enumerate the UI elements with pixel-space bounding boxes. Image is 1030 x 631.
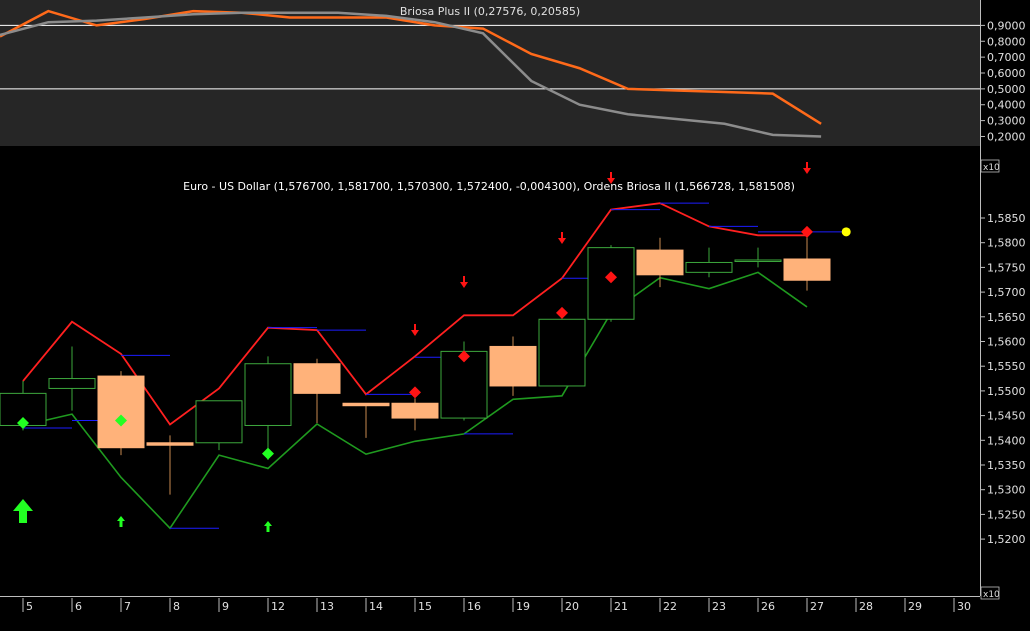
indicator-y-tick-label: 0,3000 [987, 115, 1026, 128]
chart-root: Briosa Plus II (0,27576, 0,20585) 0,9000… [0, 0, 1030, 631]
date-x-tick-label: 23 [712, 600, 726, 613]
candle-body [783, 258, 831, 281]
price-title: Euro - US Dollar (1,576700, 1,581700, 1,… [183, 180, 795, 193]
date-x-tick-label: 30 [957, 600, 971, 613]
candle-body [636, 249, 684, 276]
date-x-tick-label: 28 [859, 600, 873, 613]
date-x-tick-label: 7 [124, 600, 131, 613]
last-price-marker [841, 227, 851, 237]
date-x-tick-label: 26 [761, 600, 775, 613]
price-y-tick-label: 1,5750 [987, 261, 1026, 274]
price-y-tick-label: 1,5350 [987, 459, 1026, 472]
price-y-tick-label: 1,5700 [987, 286, 1026, 299]
date-x-tick-label: 16 [467, 600, 481, 613]
date-x-tick-label: 9 [222, 600, 229, 613]
indicator-y-tick-label: 0,2000 [987, 130, 1026, 143]
indicator-y-tick-label: 0,4000 [987, 99, 1026, 112]
price-y-tick-label: 1,5800 [987, 237, 1026, 250]
date-x-tick-label: 22 [663, 600, 677, 613]
candle-body [195, 400, 243, 444]
candle-body [538, 318, 586, 387]
price-y-tick-label: 1,5500 [987, 385, 1026, 398]
date-x-tick-label: 21 [614, 600, 628, 613]
candle-body [146, 442, 194, 446]
price-y-tick-label: 1,5300 [987, 484, 1026, 497]
price-y-tick-label: 1,5450 [987, 410, 1026, 423]
indicator-y-tick-label: 0,9000 [987, 19, 1026, 32]
indicator-y-tick-label: 0,7000 [987, 51, 1026, 64]
indicator-y-tick-label: 0,5000 [987, 83, 1026, 96]
price-y-tick-label: 1,5850 [987, 212, 1026, 225]
candle-body [342, 402, 390, 407]
multiplier-label-top: x10 [983, 163, 1000, 173]
date-x-tick-label: 12 [271, 600, 285, 613]
date-x-tick-label: 29 [908, 600, 922, 613]
candle-body [48, 378, 96, 389]
candle-body [391, 402, 439, 419]
price-y-tick-label: 1,5550 [987, 360, 1026, 373]
candle-body [587, 247, 635, 320]
candle-body [293, 363, 341, 394]
date-x-tick-label: 14 [369, 600, 383, 613]
candle-body [97, 375, 145, 449]
price-y-tick-label: 1,5650 [987, 311, 1026, 324]
candle-body [685, 261, 733, 273]
price-y-tick-label: 1,5400 [987, 434, 1026, 447]
price-y-tick-label: 1,5250 [987, 508, 1026, 521]
price-y-tick-label: 1,5600 [987, 336, 1026, 349]
indicator-y-tick-label: 0,8000 [987, 35, 1026, 48]
price-y-tick-label: 1,5200 [987, 533, 1026, 546]
multiplier-label-bottom: x10 [983, 590, 1000, 600]
date-x-tick-label: 20 [565, 600, 579, 613]
date-x-tick-label: 6 [75, 600, 82, 613]
date-x-tick-label: 13 [320, 600, 334, 613]
date-x-tick-label: 8 [173, 600, 180, 613]
date-x-tick-label: 15 [418, 600, 432, 613]
candle-body [244, 363, 292, 426]
candle-body [734, 259, 782, 262]
date-x-tick-label: 5 [26, 600, 33, 613]
candle-body [489, 345, 537, 387]
indicator-title: Briosa Plus II (0,27576, 0,20585) [400, 5, 580, 18]
date-x-tick-label: 27 [810, 600, 824, 613]
indicator-panel: Briosa Plus II (0,27576, 0,20585) 0,9000… [0, 0, 1026, 146]
indicator-y-tick-label: 0,6000 [987, 67, 1026, 80]
date-x-tick-label: 19 [516, 600, 530, 613]
